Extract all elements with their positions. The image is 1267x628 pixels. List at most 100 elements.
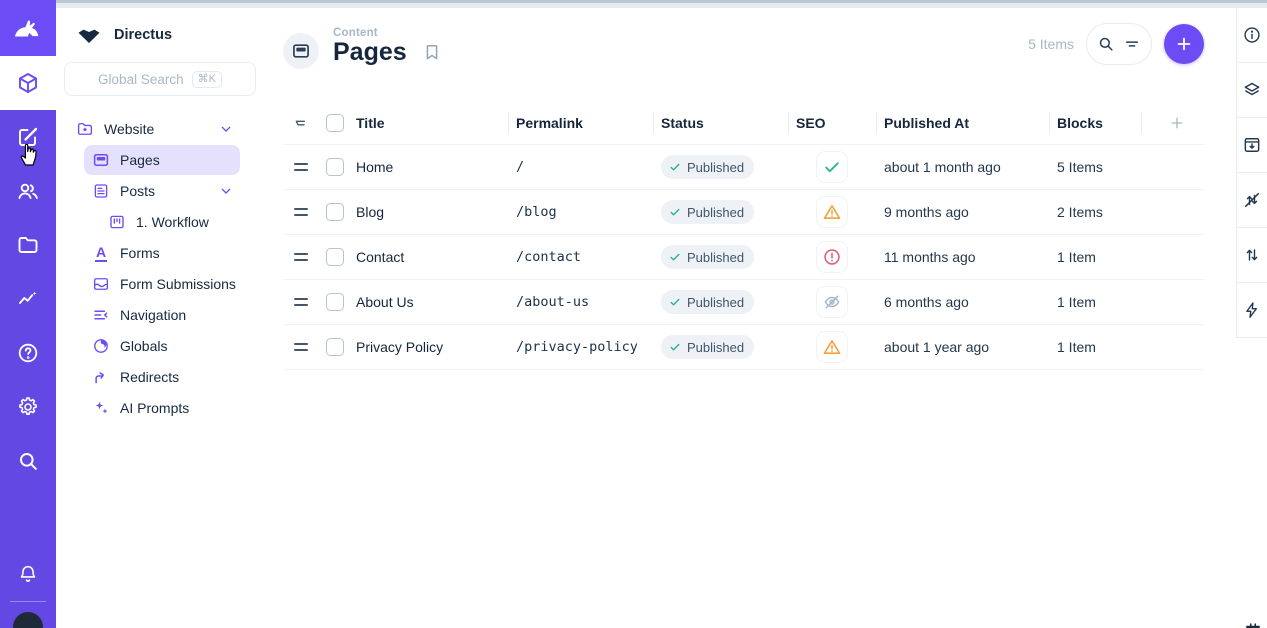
filter-icon[interactable] (1123, 35, 1141, 53)
module-users[interactable] (0, 164, 56, 218)
collection-badge (283, 33, 319, 69)
check-icon (668, 250, 682, 264)
status-badge: Published (661, 290, 754, 314)
seo-warning-icon (822, 337, 842, 357)
check-icon (668, 205, 682, 219)
sidebar-button-archive[interactable] (1237, 118, 1267, 173)
module-files[interactable] (0, 218, 56, 272)
table-row[interactable]: Privacy Policy/privacy-policyPublishedab… (284, 325, 1204, 370)
info-icon (1242, 25, 1262, 45)
table-row[interactable]: Blog/blogPublished9 months ago2 Items (284, 190, 1204, 235)
module-notifications[interactable] (0, 547, 56, 601)
column-header-status[interactable]: Status (653, 101, 788, 144)
table-row[interactable]: Contact/contactPublished11 months ago1 I… (284, 235, 1204, 280)
drag-handle-icon[interactable] (294, 208, 308, 216)
search-filter-pill[interactable] (1086, 23, 1152, 65)
row-checkbox[interactable] (326, 293, 344, 311)
sync-off-icon (1242, 190, 1262, 210)
nav-item-forms[interactable]: AForms (84, 238, 240, 268)
global-search-input[interactable]: Global Search ⌘K (64, 62, 256, 96)
column-header-permalink[interactable]: Permalink (508, 101, 653, 144)
pages-table: Title Permalink Status SEO Published At … (284, 101, 1204, 370)
nav-item-website[interactable]: Website (68, 114, 240, 144)
add-item-button[interactable] (1164, 24, 1204, 64)
plus-icon (1174, 34, 1194, 54)
column-header-published-at[interactable]: Published At (876, 101, 1049, 144)
nav-item-label: Globals (120, 338, 167, 354)
nav-item-form-submissions[interactable]: Form Submissions (84, 269, 240, 299)
drag-handle-icon[interactable] (294, 343, 308, 351)
nav-item-posts[interactable]: Posts (84, 176, 240, 206)
nav-item-redirects[interactable]: Redirects (84, 362, 240, 392)
module-insights[interactable] (0, 272, 56, 326)
table-header-row: Title Permalink Status SEO Published At … (284, 101, 1204, 145)
nav-item-label: Redirects (120, 369, 179, 385)
nav-lines-icon (92, 306, 110, 324)
row-checkbox[interactable] (326, 203, 344, 221)
manual-sort-button[interactable] (284, 115, 318, 131)
seo-status-pass (816, 151, 848, 183)
sparkles-icon (92, 399, 110, 417)
right-sidebar (1236, 8, 1267, 628)
chevron-down-icon[interactable] (218, 121, 234, 137)
nav-item-label: 1. Workflow (136, 214, 209, 230)
drag-handle-icon[interactable] (294, 253, 308, 261)
table-row[interactable]: About Us/about-usPublished6 months ago1 … (284, 280, 1204, 325)
cell-published-at: 6 months ago (876, 294, 1049, 310)
cell-permalink: /privacy-policy (508, 339, 653, 355)
column-header-title[interactable]: Title (352, 101, 508, 144)
row-checkbox[interactable] (326, 248, 344, 266)
project-switcher[interactable]: Directus (56, 8, 264, 48)
bolt-icon (1242, 300, 1262, 320)
module-bar-divider (10, 601, 46, 602)
user-avatar[interactable] (13, 612, 43, 628)
search-icon[interactable] (1097, 35, 1115, 53)
status-badge: Published (661, 200, 754, 224)
global-search-placeholder: Global Search (98, 72, 184, 87)
nav-item-globals[interactable]: Globals (84, 331, 240, 361)
nav-item-navigation[interactable]: Navigation (84, 300, 240, 330)
right-sidebar-icons (1236, 8, 1267, 338)
import-export-icon (1242, 245, 1262, 265)
bookmark-icon[interactable] (422, 42, 442, 62)
nav-item-1-workflow[interactable]: 1. Workflow (100, 207, 240, 237)
status-label: Published (687, 205, 744, 220)
page-header: Content Pages 5 Items (264, 8, 1236, 101)
row-checkbox[interactable] (326, 338, 344, 356)
nav-item-pages[interactable]: Pages (84, 145, 240, 175)
sidebar-button-import-export[interactable] (1237, 228, 1267, 283)
drag-handle-icon[interactable] (294, 298, 308, 306)
drag-handle-icon[interactable] (294, 163, 308, 171)
column-header-seo[interactable]: SEO (788, 101, 876, 144)
select-all-checkbox[interactable] (326, 114, 344, 132)
sidebar-button-layers[interactable] (1237, 63, 1267, 118)
cell-permalink: /contact (508, 249, 653, 265)
row-checkbox[interactable] (326, 158, 344, 176)
column-header-blocks[interactable]: Blocks (1049, 101, 1141, 144)
items-count: 5 Items (1028, 36, 1074, 52)
module-settings[interactable] (0, 380, 56, 434)
chevron-down-icon[interactable] (218, 183, 234, 199)
module-content[interactable] (0, 56, 56, 110)
sidebar-button-info[interactable] (1237, 8, 1267, 63)
kanban-icon (108, 213, 126, 231)
rabbit-icon (13, 16, 43, 40)
redirect-icon (92, 368, 110, 386)
sidebar-button-bolt[interactable] (1237, 283, 1267, 338)
sidebar-button-sync-off[interactable] (1237, 173, 1267, 228)
directus-logo[interactable] (0, 0, 56, 56)
cell-published-at: 11 months ago (876, 249, 1049, 265)
nav-item-ai-prompts[interactable]: AI Prompts (84, 393, 240, 423)
page-title: Pages (333, 38, 407, 67)
seo-status-hidden (816, 286, 848, 318)
module-search[interactable] (0, 434, 56, 488)
title-icon: A (92, 244, 110, 262)
table-row[interactable]: Home/Publishedabout 1 month ago5 Items (284, 145, 1204, 190)
add-column-button[interactable] (1141, 101, 1204, 144)
nav-item-label: Navigation (120, 307, 186, 323)
module-help[interactable] (0, 326, 56, 380)
module-editor[interactable] (0, 110, 56, 164)
folder-star-icon (76, 120, 94, 138)
cell-permalink: /blog (508, 204, 653, 220)
project-name: Directus (114, 27, 172, 43)
